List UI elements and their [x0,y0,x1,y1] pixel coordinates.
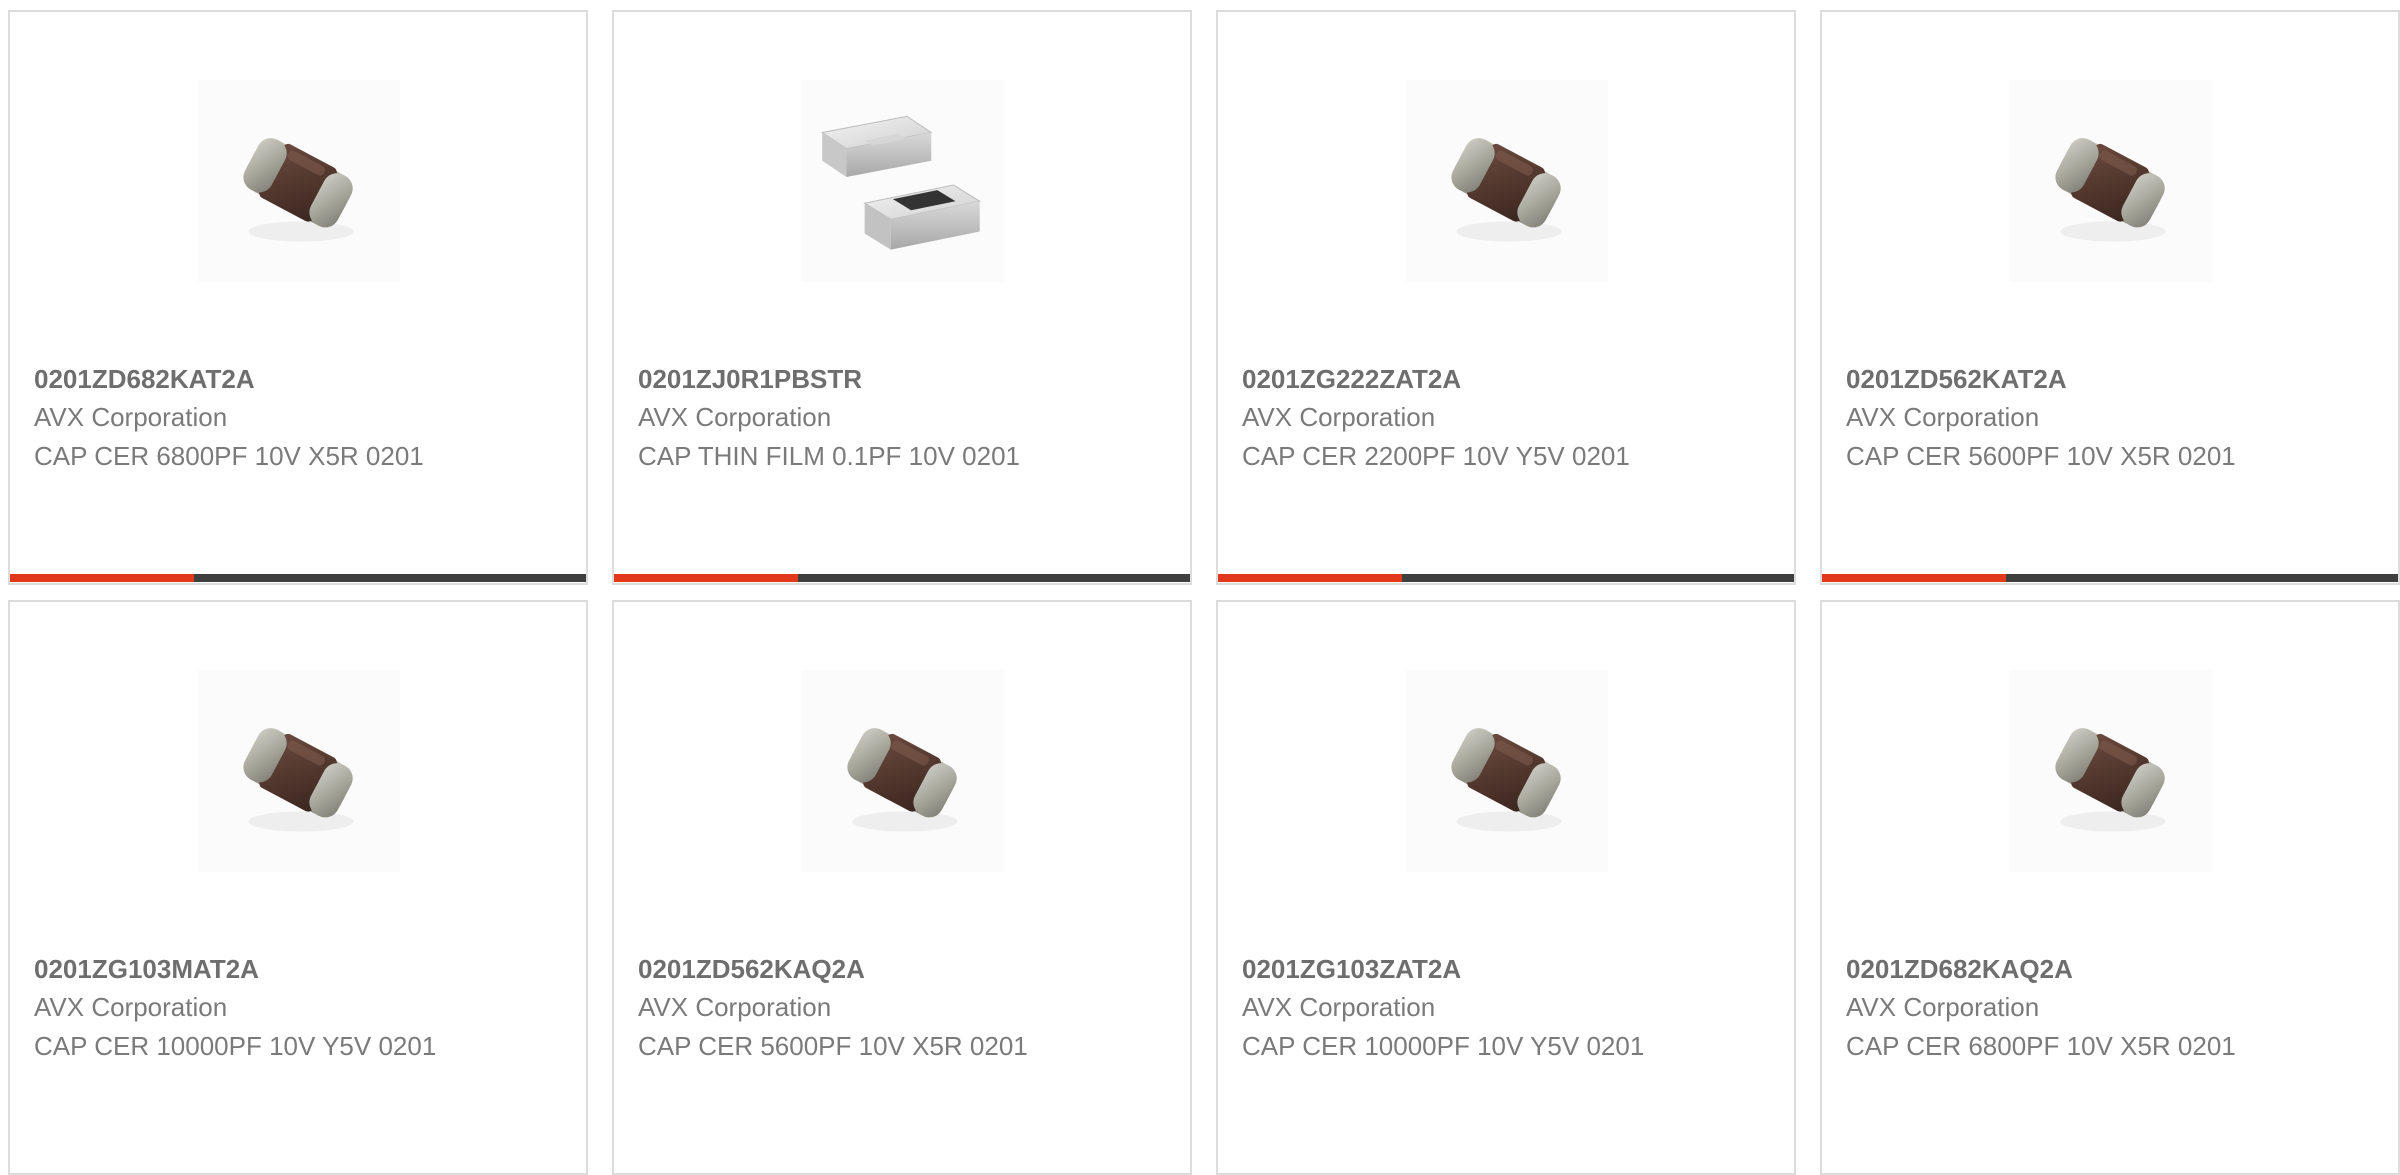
ceramic-capacitor-chip-icon [1406,670,1608,872]
part-number[interactable]: 0201ZG222ZAT2A [1242,364,1461,395]
manufacturer: AVX Corporation [34,402,228,432]
capacitor-chip-icon[interactable] [2010,670,2212,872]
capacitor-chip-icon[interactable] [198,80,400,282]
card-divider-bar [614,574,1190,582]
product-card[interactable]: 0201ZG103ZAT2A AVX Corporation CAP CER 1… [1216,600,1796,1175]
product-card[interactable]: 0201ZD562KAT2A AVX Corporation CAP CER 5… [1820,10,2400,585]
product-description: CAP CER 10000PF 10V Y5V 0201 [1242,1031,1645,1061]
product-description: CAP CER 10000PF 10V Y5V 0201 [34,1031,437,1061]
capacitor-chip-icon[interactable] [1406,80,1608,282]
card-accent-bar [614,574,798,582]
ceramic-capacitor-chip-icon [2010,80,2212,282]
product-grid: 0201ZD682KAT2A AVX Corporation CAP CER 6… [0,0,2400,1175]
part-number[interactable]: 0201ZD682KAT2A [34,364,255,395]
card-divider-bar [1822,574,2398,582]
product-description: CAP CER 6800PF 10V X5R 0201 [34,441,424,471]
manufacturer: AVX Corporation [1846,402,2040,432]
product-card[interactable]: 0201ZD682KAQ2A AVX Corporation CAP CER 6… [1820,600,2400,1175]
ceramic-capacitor-chip-icon [198,670,400,872]
manufacturer: AVX Corporation [1242,402,1436,432]
product-description: CAP THIN FILM 0.1PF 10V 0201 [638,441,1020,471]
product-description: CAP CER 5600PF 10V X5R 0201 [1846,441,2236,471]
ceramic-capacitor-chip-icon [198,80,400,282]
product-card[interactable]: 0201ZG103MAT2A AVX Corporation CAP CER 1… [8,600,588,1175]
card-accent-bar [10,574,194,582]
capacitor-chip-icon[interactable] [802,80,1004,282]
capacitor-chip-icon[interactable] [198,670,400,872]
part-number[interactable]: 0201ZD562KAT2A [1846,364,2067,395]
thin-film-capacitor-chip-icon [802,80,1004,282]
part-number[interactable]: 0201ZG103ZAT2A [1242,954,1461,985]
part-number[interactable]: 0201ZJ0R1PBSTR [638,364,862,395]
capacitor-chip-icon[interactable] [1406,670,1608,872]
product-card[interactable]: 0201ZD562KAQ2A AVX Corporation CAP CER 5… [612,600,1192,1175]
manufacturer: AVX Corporation [638,992,832,1022]
capacitor-chip-icon[interactable] [802,670,1004,872]
part-number[interactable]: 0201ZD682KAQ2A [1846,954,2073,985]
manufacturer: AVX Corporation [1242,992,1436,1022]
product-description: CAP CER 5600PF 10V X5R 0201 [638,1031,1028,1061]
product-card[interactable]: 0201ZG222ZAT2A AVX Corporation CAP CER 2… [1216,10,1796,585]
part-number[interactable]: 0201ZD562KAQ2A [638,954,865,985]
card-accent-bar [1218,574,1402,582]
product-description: CAP CER 2200PF 10V Y5V 0201 [1242,441,1630,471]
ceramic-capacitor-chip-icon [1406,80,1608,282]
manufacturer: AVX Corporation [638,402,832,432]
card-divider-bar [10,574,586,582]
card-divider-bar [1218,574,1794,582]
product-card[interactable]: 0201ZD682KAT2A AVX Corporation CAP CER 6… [8,10,588,585]
product-card[interactable]: 0201ZJ0R1PBSTR AVX Corporation CAP THIN … [612,10,1192,585]
card-accent-bar [1822,574,2006,582]
manufacturer: AVX Corporation [1846,992,2040,1022]
part-number[interactable]: 0201ZG103MAT2A [34,954,259,985]
product-description: CAP CER 6800PF 10V X5R 0201 [1846,1031,2236,1061]
ceramic-capacitor-chip-icon [802,670,1004,872]
ceramic-capacitor-chip-icon [2010,670,2212,872]
manufacturer: AVX Corporation [34,992,228,1022]
capacitor-chip-icon[interactable] [2010,80,2212,282]
